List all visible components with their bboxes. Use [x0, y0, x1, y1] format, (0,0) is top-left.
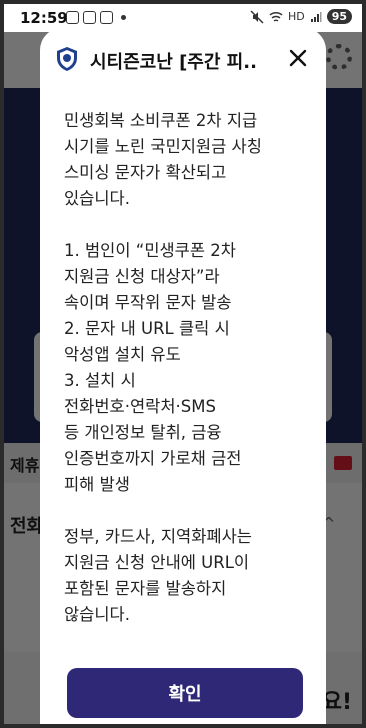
dialog-paragraph: 민생회복 소비쿠폰 2차 지급 시기를 노린 국민지원금 사칭 스미싱 문자가 … [64, 111, 262, 208]
instagram-icon [100, 11, 113, 24]
close-icon [289, 49, 307, 67]
notification-app-icon [66, 11, 79, 24]
mute-icon [250, 9, 264, 24]
dialog-title: 시티즌코난 [주간 피.. [90, 52, 257, 73]
wifi-icon [269, 11, 283, 22]
dialog-paragraph: 정부, 카드사, 지역화폐사는 지원금 신청 안내에 URL이 포함된 문자를 … [64, 527, 252, 624]
dialog-header: 시티즌코난 [주간 피.. [40, 28, 326, 90]
notice-dialog: 시티즌코난 [주간 피.. 민생회복 소비쿠폰 2차 지급 시기를 노린 국민지… [40, 28, 326, 724]
dialog-paragraph: 1. 범인이 “민생쿠폰 2차 지원금 신청 대상자”라 속이며 무작위 문자 … [64, 241, 242, 494]
network-badge: HD [287, 10, 305, 23]
status-time: 12:59 [20, 9, 68, 27]
notification-icons [66, 11, 126, 24]
dialog-body[interactable]: 민생회복 소비쿠폰 2차 지급 시기를 노린 국민지원금 사칭 스미싱 문자가 … [64, 108, 308, 644]
shield-icon [57, 47, 77, 71]
notification-app-icon [83, 11, 96, 24]
system-icons: HD 95 [250, 9, 352, 24]
phone-screen: 12:59 HD 95 시티즌코난 [주간 피.. 민생회복 소비쿠폰 2차 지… [4, 4, 362, 724]
more-notifications-dot [121, 15, 126, 20]
battery-indicator: 95 [326, 9, 352, 24]
signal-icon [310, 11, 322, 22]
scroll-fade [64, 624, 308, 644]
close-button[interactable] [284, 44, 312, 72]
confirm-button[interactable]: 확인 [67, 668, 303, 718]
